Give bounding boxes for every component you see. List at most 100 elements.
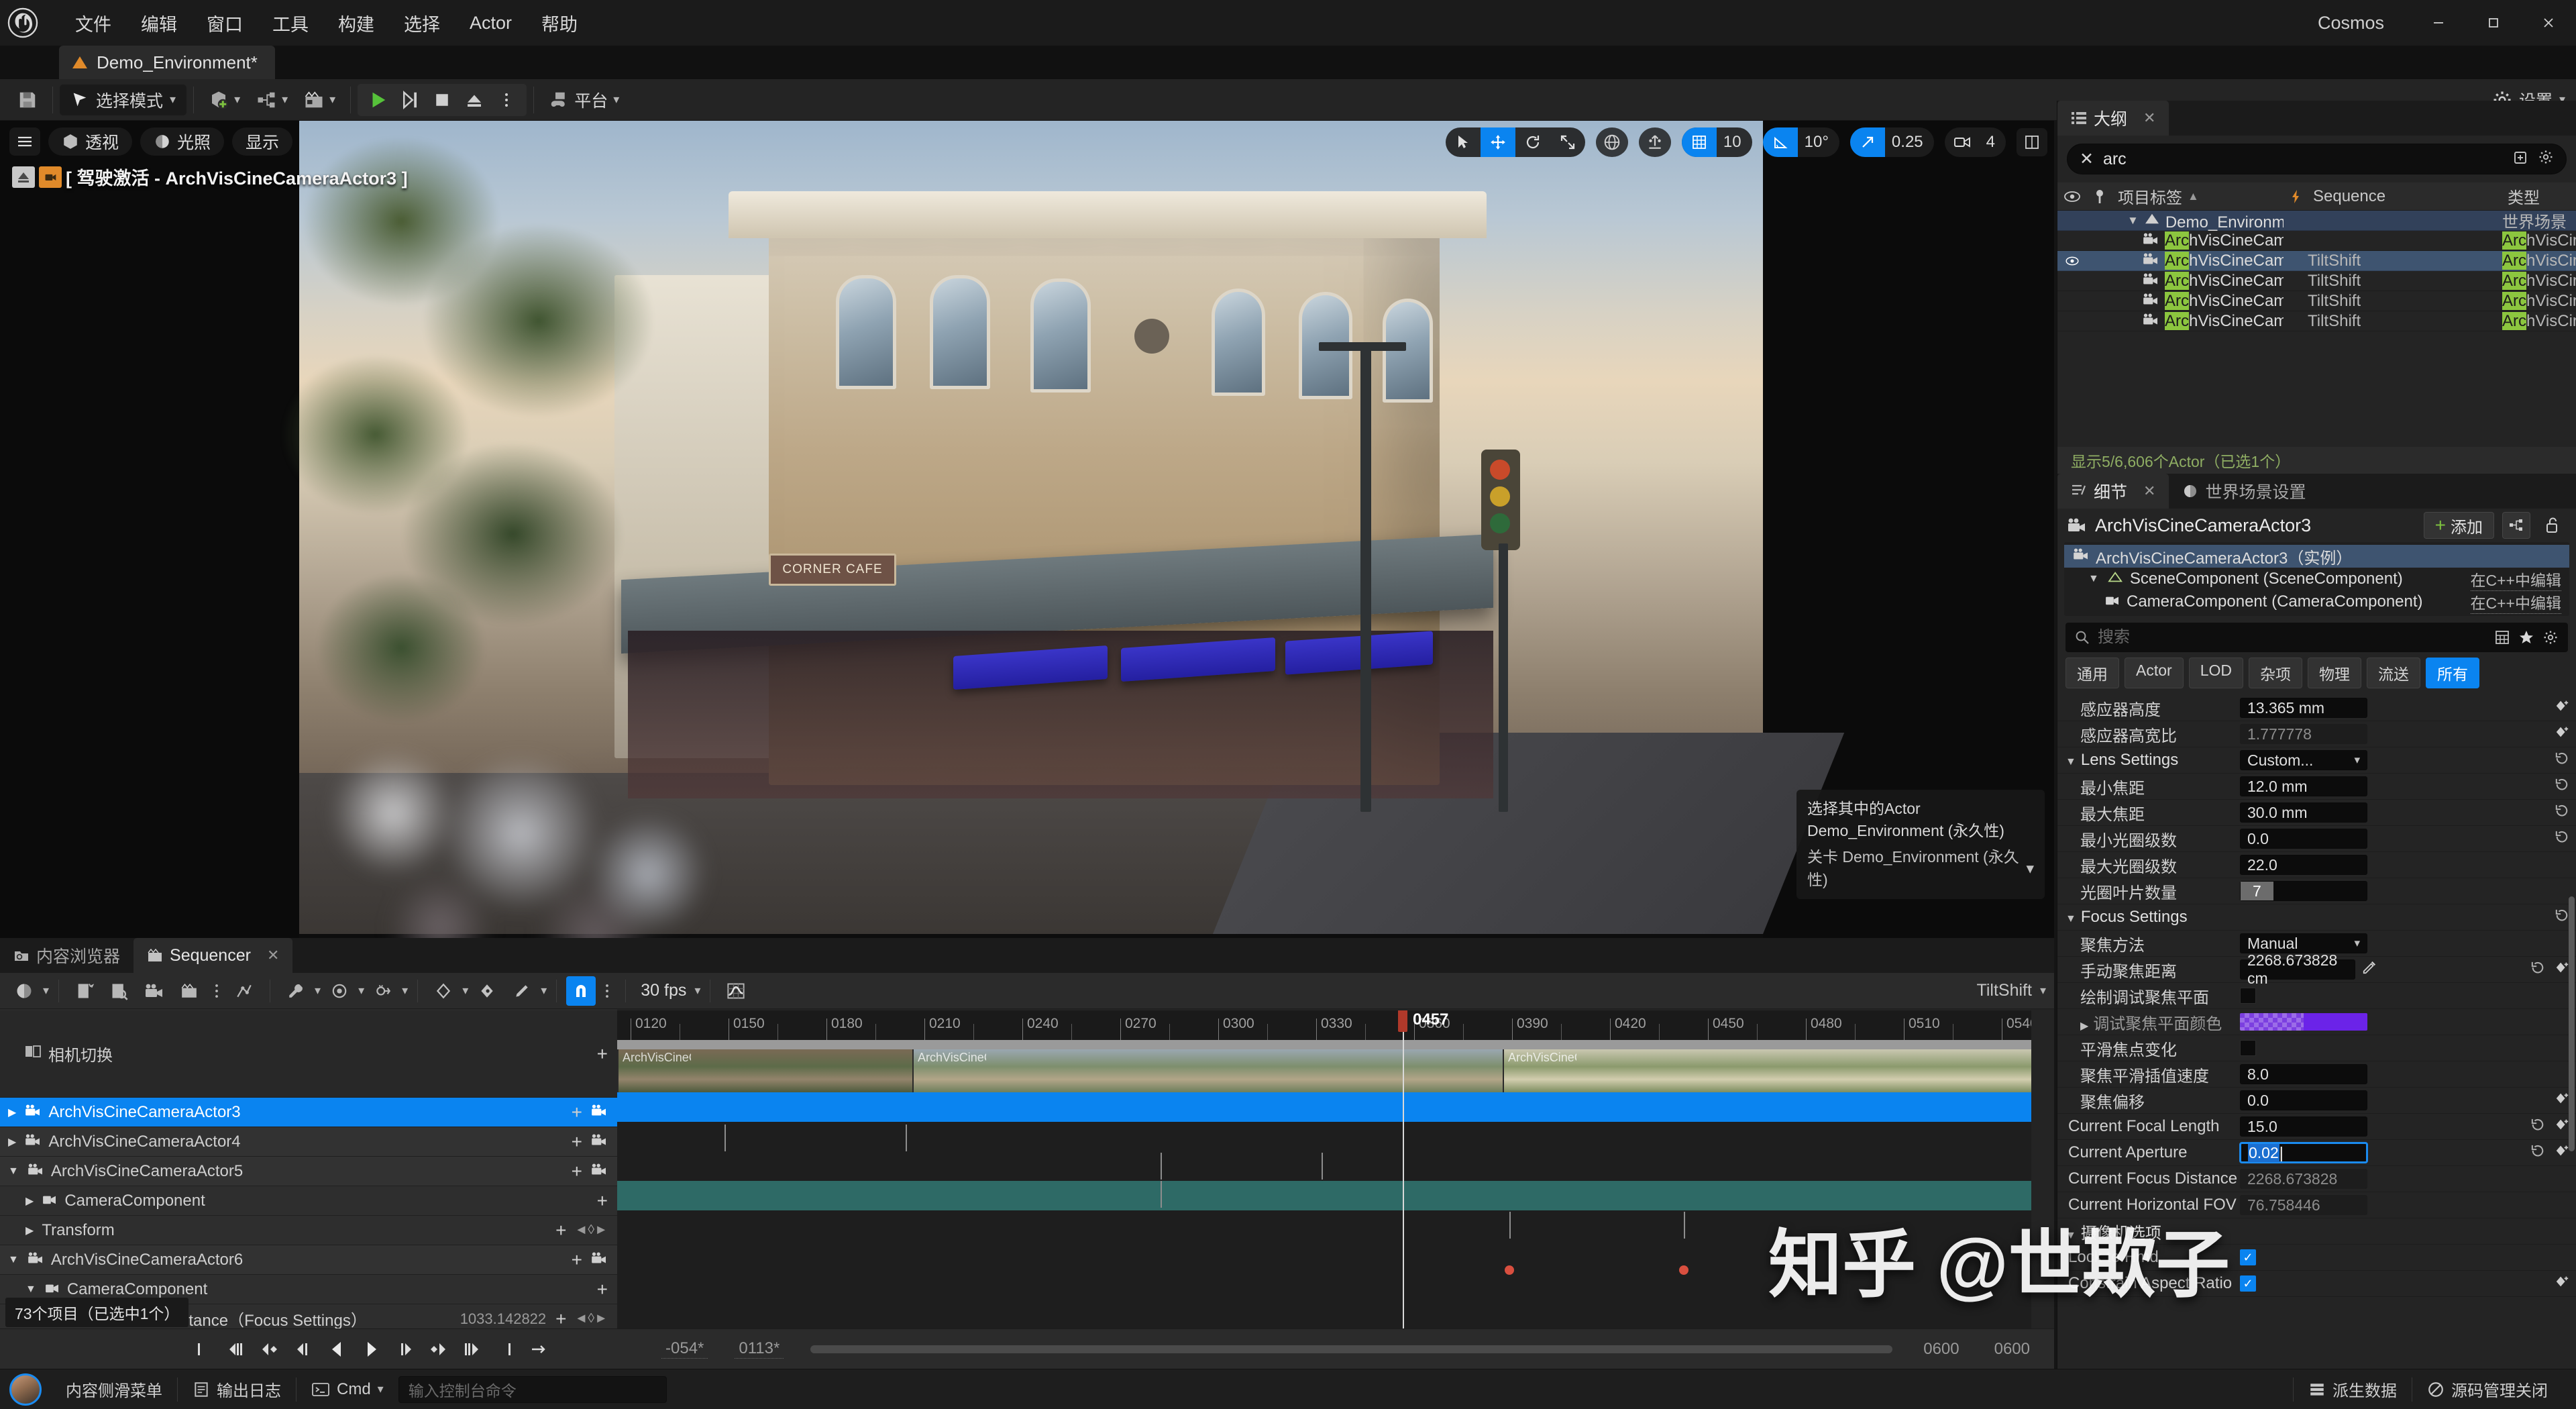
keyframe-dot[interactable] xyxy=(1505,1265,1514,1275)
outliner-search[interactable]: ✕ xyxy=(2067,144,2567,174)
mode-selector[interactable]: 选择模式 ▾ xyxy=(60,84,187,115)
unreal-logo-icon[interactable] xyxy=(0,0,46,46)
chevron-down-icon[interactable]: ▾ xyxy=(358,984,364,998)
camera-cut-thumbnail[interactable] xyxy=(1945,1049,2019,1092)
track-key-marker[interactable] xyxy=(1322,1153,1323,1180)
chevron-down-icon[interactable]: ▾ xyxy=(694,984,700,998)
property-row[interactable]: 最大焦距 30.0 mm xyxy=(2057,800,2576,826)
blueprint-button[interactable]: ▾ xyxy=(248,85,296,115)
expander-icon[interactable]: ▼ xyxy=(8,1254,19,1266)
chevron-down-icon[interactable]: ▾ xyxy=(462,984,468,998)
component-tree-row[interactable]: ArchVisCineCameraActor3（实例） xyxy=(2064,545,2569,568)
camera-cut-thumbnail[interactable] xyxy=(1060,1049,1134,1092)
viewport-menu-button[interactable] xyxy=(9,127,40,156)
play-reverse-button[interactable] xyxy=(322,1334,353,1365)
tooltip-line-3-row[interactable]: 关卡 Demo_Environment (永久性) ▾ xyxy=(1807,846,2034,891)
expander-icon[interactable]: ▼ xyxy=(2127,214,2139,227)
expander-icon[interactable]: ▶ xyxy=(25,1194,34,1208)
expander-icon[interactable]: ▼ xyxy=(2065,913,2076,925)
add-keyframe-icon[interactable] xyxy=(2555,1091,2569,1110)
favorite-star-icon[interactable] xyxy=(2518,629,2534,645)
property-row[interactable]: 聚焦偏移 0.0 xyxy=(2057,1088,2576,1114)
minimize-button[interactable] xyxy=(2411,0,2466,46)
property-row[interactable]: 聚焦平滑插值速度 8.0 xyxy=(2057,1061,2576,1088)
eyedropper-icon[interactable] xyxy=(2362,960,2377,980)
snap-toggle-button[interactable] xyxy=(566,976,596,1006)
viewport-show-button[interactable]: 显示 xyxy=(232,127,293,156)
sequencer-track-row[interactable]: ▶ CameraComponent + xyxy=(0,1186,617,1216)
property-row[interactable]: 感应器高度 13.365 mm xyxy=(2057,695,2576,721)
range-start-value[interactable]: -054* xyxy=(661,1339,708,1359)
expander-icon[interactable]: ▼ xyxy=(2065,1230,2076,1241)
component-tree-row[interactable]: ▼ SceneComponent (SceneComponent) 在C++中编辑 xyxy=(2064,568,2569,591)
camera-icon[interactable] xyxy=(590,1162,608,1181)
render-movie-button[interactable] xyxy=(173,976,205,1006)
details-scrollbar[interactable] xyxy=(2569,896,2575,1151)
sequencer-track-row[interactable]: ▶ ArchVisCineCameraActor3 + xyxy=(0,1098,617,1127)
filter-chip-Actor[interactable]: Actor xyxy=(2125,658,2184,688)
add-key-icon[interactable]: + xyxy=(597,1191,608,1210)
view-end-value[interactable]: 0600 xyxy=(1990,1340,2034,1359)
edit-in-cpp-link[interactable]: 在C++中编辑 xyxy=(2470,590,2561,614)
play-forward-button[interactable] xyxy=(356,1334,386,1365)
col-visibility[interactable] xyxy=(2057,182,2087,210)
jump-to-start-button[interactable] xyxy=(188,1334,219,1365)
track-key-marker[interactable] xyxy=(1509,1212,1511,1239)
property-input[interactable]: 2268.673828 cm xyxy=(2240,951,2355,987)
property-row[interactable]: 手动聚焦距离 2268.673828 cm xyxy=(2057,951,2576,987)
sequencer-track-row[interactable]: ▶ ArchVisCineCameraActor4 + xyxy=(0,1127,617,1157)
snap-options-button[interactable] xyxy=(598,976,616,1006)
property-row[interactable]: Current Focus Distance 2268.673828 xyxy=(2057,1166,2576,1192)
close-icon[interactable]: ✕ xyxy=(267,947,279,964)
property-row[interactable]: 平滑焦点变化 xyxy=(2057,1035,2576,1061)
key-interp-button[interactable] xyxy=(427,976,460,1006)
chevron-down-icon[interactable]: ▾ xyxy=(541,984,547,998)
add-key-icon[interactable]: + xyxy=(597,1044,608,1063)
close-icon[interactable]: ✕ xyxy=(2143,482,2155,500)
fps-value[interactable]: 30 fps xyxy=(635,981,692,1000)
add-keyframe-icon[interactable] xyxy=(2555,698,2569,717)
expander-icon[interactable]: ▼ xyxy=(25,1284,36,1296)
scale-tool-button[interactable] xyxy=(1550,127,1585,157)
property-checkbox[interactable]: ✓ xyxy=(2240,1275,2256,1292)
viewport-lighting-button[interactable]: 光照 xyxy=(140,127,225,156)
timeline-ruler[interactable]: 0120 0150 0180 0210 0240 0270 0300 0330 0360 0390… xyxy=(617,1010,2031,1040)
menu-help[interactable]: 帮助 xyxy=(527,5,592,42)
camera-icon[interactable] xyxy=(590,1103,608,1122)
col-sequence[interactable]: Sequence xyxy=(2308,182,2502,210)
add-key-icon[interactable]: + xyxy=(572,1161,582,1181)
property-checkbox[interactable] xyxy=(2240,1040,2256,1056)
add-component-button[interactable]: + 添加 xyxy=(2423,512,2494,539)
track-key-marker[interactable] xyxy=(1161,1181,1162,1208)
output-log-button[interactable]: 输出日志 xyxy=(178,1369,296,1409)
menu-edit[interactable]: 编辑 xyxy=(126,5,192,42)
timeline-horizontal-scrollbar[interactable] xyxy=(810,1345,1893,1353)
property-color-swatch[interactable] xyxy=(2240,1013,2367,1031)
lock-details-button[interactable] xyxy=(2538,512,2567,539)
property-input[interactable]: 22.0 xyxy=(2240,855,2367,875)
property-row[interactable]: 光圈叶片数量 7 xyxy=(2057,878,2576,904)
camera-cut-thumbnail[interactable] xyxy=(1576,1049,1650,1092)
details-search-input[interactable] xyxy=(2098,628,2486,647)
step-forward-button[interactable] xyxy=(389,1334,420,1365)
derived-data-button[interactable]: 派生数据 xyxy=(2294,1369,2412,1409)
menu-file[interactable]: 文件 xyxy=(60,5,126,42)
revert-icon[interactable] xyxy=(2530,961,2545,978)
jump-previous-section-button[interactable] xyxy=(221,1334,252,1365)
property-row[interactable]: 感应器高宽比 1.777778 xyxy=(2057,721,2576,747)
outliner-row[interactable]: ▼ Demo_Environment（编 世界场景 xyxy=(2057,211,2576,231)
camera-cut-thumbnail[interactable] xyxy=(1281,1049,1355,1092)
keyframe-dot[interactable] xyxy=(1679,1265,1688,1275)
camera-cut-thumbnail[interactable] xyxy=(986,1049,1060,1092)
camera-cut-thumbnail[interactable] xyxy=(1429,1049,1503,1092)
source-control-button[interactable]: 源码管理关闭 xyxy=(2412,1369,2563,1409)
property-input[interactable]: 12.0 mm xyxy=(2240,776,2367,796)
property-checkbox[interactable] xyxy=(2240,988,2256,1004)
camera-cut-thumbnail[interactable] xyxy=(1872,1049,1945,1092)
eject-button[interactable] xyxy=(458,85,490,115)
revert-icon[interactable] xyxy=(2530,1118,2545,1135)
curve-editor-button[interactable] xyxy=(720,976,752,1006)
menu-tools[interactable]: 工具 xyxy=(258,5,323,42)
outliner-row[interactable]: ArchVisCineCameraA TiltShift ArchVisCin xyxy=(2057,311,2576,331)
property-input-editing[interactable]: 0.02 | xyxy=(2240,1143,2367,1163)
